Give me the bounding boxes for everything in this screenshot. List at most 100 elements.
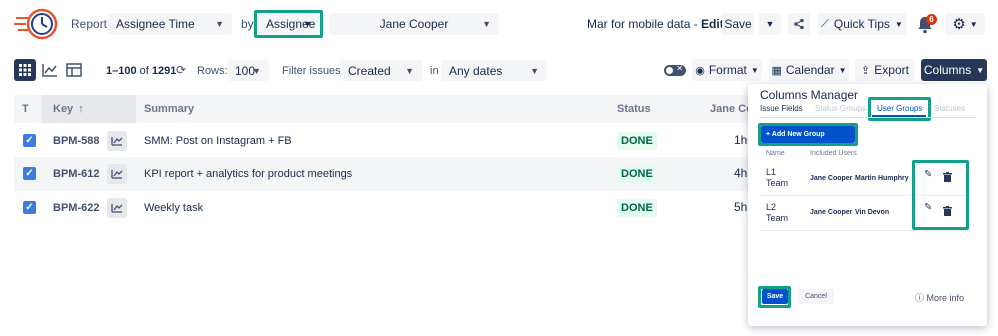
quick-tips-label: Quick Tips <box>833 17 890 31</box>
more-info-link[interactable]: ⓘ More info <box>915 291 964 304</box>
issue-summary[interactable]: SMM: Post on Instagram + FB <box>144 135 292 147</box>
pagination-total: 1291 <box>151 65 177 77</box>
chevron-down-icon: ▼ <box>976 65 985 75</box>
table-row[interactable]: ✓ BPM-588 SMM: Post on Instagram + FB DO… <box>14 124 754 158</box>
tab-issue-fields[interactable]: Issue Fields <box>760 104 803 113</box>
chevron-down-icon: ▼ <box>252 65 261 76</box>
chevron-down-icon: ▼ <box>482 19 491 29</box>
person-select-value: Jane Cooper <box>379 17 449 31</box>
gear-icon: ⚙ <box>952 16 966 33</box>
status-column-header[interactable]: Status <box>617 103 651 115</box>
group-name: L2 Team <box>766 202 789 223</box>
status-badge: DONE <box>617 165 657 183</box>
row-checkbox[interactable]: ✓ <box>23 201 36 214</box>
pagination-summary: 1–100 of 1291 <box>106 65 176 77</box>
grid-icon <box>19 64 31 76</box>
save-options-button[interactable]: ▼ <box>759 13 781 35</box>
trend-icon[interactable] <box>107 198 127 218</box>
type-column-header: T <box>22 103 29 115</box>
summary-column-header[interactable]: Summary <box>144 103 194 115</box>
magic-wand-icon: ⟋ <box>821 17 829 30</box>
calendar-icon: ▦ <box>771 64 782 77</box>
report-select[interactable]: Assignee Time ▼ <box>108 13 232 35</box>
table-row[interactable]: ✓ BPM-622 Weekly task DONE 5h <box>14 191 754 225</box>
columns-manager-title: Columns Manager <box>760 88 859 102</box>
view-chart-button[interactable] <box>40 59 60 81</box>
close-icon: ✕ <box>676 64 683 73</box>
chevron-down-icon: ▼ <box>405 65 414 76</box>
filter-value: Created <box>348 63 391 78</box>
group-user: Martin Humphry <box>855 175 909 182</box>
row-checkbox[interactable]: ✓ <box>23 167 36 180</box>
table-row[interactable]: ✓ BPM-612 KPI report + analytics for pro… <box>14 157 754 191</box>
columns-label: Columns <box>923 63 972 77</box>
key-column-header[interactable]: Key ↑ <box>53 103 84 115</box>
share-icon <box>794 18 804 30</box>
chevron-down-icon: ▼ <box>750 65 759 75</box>
report-name: Mar for mobile data - <box>587 17 702 31</box>
issue-key[interactable]: BPM-622 <box>53 202 99 214</box>
columns-button[interactable]: Columns ▼ <box>921 59 987 81</box>
refresh-icon[interactable]: ⟳ <box>176 63 186 77</box>
calendar-button[interactable]: ▦ Calendar ▼ <box>769 59 849 81</box>
filter-issues-label: Filter issues: <box>282 65 344 77</box>
person-select[interactable]: Jane Cooper ▼ <box>329 13 499 35</box>
trend-icon[interactable] <box>107 131 127 151</box>
export-icon: ⇪ <box>861 64 871 77</box>
tabs-divider <box>760 117 976 118</box>
eye-icon: ◉ <box>695 64 705 77</box>
chevron-down-icon: ▼ <box>838 65 847 75</box>
format-button[interactable]: ◉ Format ▼ <box>692 59 762 81</box>
issue-key[interactable]: BPM-588 <box>53 135 99 147</box>
date-range-select[interactable]: Any dates ▼ <box>441 60 547 81</box>
format-label: Format <box>708 63 747 77</box>
group-user: Jane Cooper <box>810 209 853 216</box>
save-report-label: Save <box>724 17 752 31</box>
key-column-label: Key <box>53 103 74 115</box>
in-label: in <box>430 65 439 77</box>
chevron-down-icon: ▼ <box>765 19 775 29</box>
settings-button[interactable]: ⚙ ▼ <box>945 13 985 35</box>
person-column-header[interactable]: Jane Co <box>710 103 753 115</box>
panel-cancel-button[interactable]: Cancel <box>798 289 834 304</box>
date-range-value: Any dates <box>449 63 503 78</box>
chevron-down-icon: ▼ <box>530 65 539 76</box>
view-grid-button[interactable] <box>14 59 36 81</box>
tab-status-groups[interactable]: Status Groups <box>815 104 866 113</box>
calendar-label: Calendar <box>785 63 835 77</box>
share-button[interactable] <box>788 13 810 35</box>
highlight-row-actions <box>912 160 969 230</box>
time-value: 5h <box>734 200 748 214</box>
filter-select[interactable]: Created ▼ <box>340 60 422 81</box>
highlight-add-group <box>758 123 858 146</box>
toggle-switch[interactable]: ✕ <box>664 64 686 76</box>
tab-statuses[interactable]: Statuses <box>934 104 965 113</box>
toggle-knob <box>666 67 673 74</box>
notifications-button[interactable]: 6 <box>916 13 937 35</box>
quick-tips-button[interactable]: ⟋ Quick Tips ▼ <box>818 13 906 35</box>
trend-icon[interactable] <box>107 164 127 184</box>
report-label: Report: <box>71 17 111 31</box>
chevron-down-icon: ▼ <box>215 19 224 29</box>
pagination-of: of <box>139 65 149 77</box>
question-icon: ⓘ <box>915 293 925 303</box>
included-users-header: Included Users <box>810 150 857 157</box>
time-value: 1h <box>734 133 748 147</box>
chevron-down-icon: ▼ <box>894 19 903 29</box>
export-label: Export <box>874 63 909 77</box>
more-info-label: More info <box>926 293 965 303</box>
status-badge: DONE <box>617 199 657 217</box>
table-icon <box>66 63 82 77</box>
issue-summary[interactable]: KPI report + analytics for product meeti… <box>144 168 352 180</box>
issue-key[interactable]: BPM-612 <box>53 168 99 180</box>
export-button[interactable]: ⇪ Export <box>855 59 915 81</box>
issue-summary[interactable]: Weekly task <box>144 202 203 214</box>
save-report-button[interactable]: Save <box>722 13 754 35</box>
columns-manager-panel: Columns Manager Issue Fields Status Grou… <box>748 84 987 326</box>
group-user: Jane Cooper <box>810 175 853 182</box>
rows-select[interactable]: 100 ▼ <box>227 60 269 81</box>
view-table-button[interactable] <box>64 59 84 81</box>
notification-badge: 6 <box>926 14 937 25</box>
row-checkbox[interactable]: ✓ <box>23 134 36 147</box>
report-select-value: Assignee Time <box>116 17 195 31</box>
